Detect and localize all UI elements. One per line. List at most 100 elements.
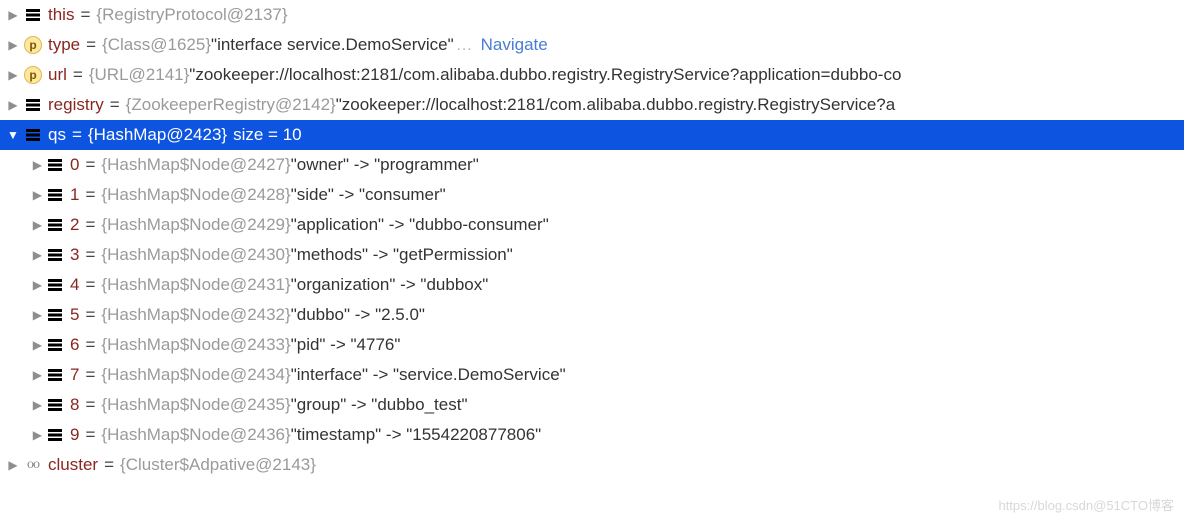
debugger-variables-tree[interactable]: ▶this={RegistryProtocol@2137}▶ptype={Cla…	[0, 0, 1184, 480]
field-icon	[46, 246, 64, 264]
equals-sign: =	[79, 425, 101, 445]
chevron-right-icon[interactable]: ▶	[6, 458, 20, 472]
field-icon	[46, 366, 64, 384]
chevron-right-icon[interactable]: ▶	[28, 278, 42, 292]
variable-value: "owner" -> "programmer"	[291, 155, 479, 175]
ellipsis: …	[454, 35, 475, 55]
variable-value: "methods" -> "getPermission"	[291, 245, 513, 265]
field-icon	[24, 6, 42, 24]
equals-sign: =	[79, 155, 101, 175]
variable-row[interactable]: ▶7={HashMap$Node@2434} "interface" -> "s…	[0, 360, 1184, 390]
variable-name: 6	[70, 335, 79, 355]
variable-name: 3	[70, 245, 79, 265]
variable-row[interactable]: ▶ 5={HashMap$Node@2432} "dubbo" -> "2.5.0…	[0, 300, 1184, 330]
variable-type: {HashMap$Node@2436}	[101, 425, 290, 445]
navigate-link[interactable]: Navigate	[475, 35, 548, 55]
variable-name: qs	[48, 125, 66, 145]
equals-sign: =	[74, 5, 96, 25]
variable-row[interactable]: ▼ qs={HashMap@2423} size = 10	[0, 120, 1184, 150]
chevron-right-icon[interactable]: ▶	[28, 158, 42, 172]
chevron-right-icon[interactable]: ▶	[6, 38, 20, 52]
variable-row[interactable]: ▶ this={RegistryProtocol@2137}	[0, 0, 1184, 30]
variable-value: "interface service.DemoService"	[211, 35, 454, 55]
variable-name: 2	[70, 215, 79, 235]
variable-row[interactable]: ▶3={HashMap$Node@2430} "methods" -> "get…	[0, 240, 1184, 270]
chevron-right-icon[interactable]: ▶	[28, 338, 42, 352]
variable-name: 9	[70, 425, 79, 445]
variable-type: {HashMap$Node@2432}	[101, 305, 290, 325]
variable-value: "zookeeper://localhost:2181/com.alibaba.…	[189, 65, 901, 85]
watermark-text: https://blog.csdn@51CTO博客	[998, 495, 1174, 514]
variable-type: {HashMap$Node@2429}	[101, 215, 290, 235]
variable-row[interactable]: ▶ 6={HashMap$Node@2433} "pid" -> "4776"	[0, 330, 1184, 360]
chevron-right-icon[interactable]: ▶	[6, 98, 20, 112]
chevron-right-icon[interactable]: ▶	[28, 248, 42, 262]
variable-type: {HashMap$Node@2428}	[101, 185, 290, 205]
variable-extra: size = 10	[227, 125, 302, 145]
chevron-right-icon[interactable]: ▶	[28, 398, 42, 412]
chevron-right-icon[interactable]: ▶	[28, 428, 42, 442]
equals-sign: =	[79, 305, 101, 325]
variable-type: {HashMap$Node@2435}	[101, 395, 290, 415]
equals-sign: =	[79, 335, 101, 355]
field-icon	[24, 96, 42, 114]
equals-sign: =	[104, 95, 126, 115]
field-icon	[46, 186, 64, 204]
variable-name: type	[48, 35, 80, 55]
variable-type: {HashMap$Node@2427}	[101, 155, 290, 175]
equals-sign: =	[79, 215, 101, 235]
variable-name: url	[48, 65, 67, 85]
variable-row[interactable]: ▶oocluster={Cluster$Adpative@2143}	[0, 450, 1184, 480]
variable-name: registry	[48, 95, 104, 115]
equals-sign: =	[66, 125, 88, 145]
variable-name: 1	[70, 185, 79, 205]
equals-sign: =	[67, 65, 89, 85]
field-icon	[46, 276, 64, 294]
variable-type: {HashMap@2423}	[88, 125, 227, 145]
equals-sign: =	[79, 275, 101, 295]
variable-row[interactable]: ▶ptype={Class@1625} "interface service.D…	[0, 30, 1184, 60]
chevron-right-icon[interactable]: ▶	[28, 188, 42, 202]
variable-row[interactable]: ▶4={HashMap$Node@2431} "organization" ->…	[0, 270, 1184, 300]
equals-sign: =	[79, 365, 101, 385]
variable-type: {Cluster$Adpative@2143}	[120, 455, 316, 475]
field-icon	[46, 306, 64, 324]
variable-type: {RegistryProtocol@2137}	[96, 5, 287, 25]
equals-sign: =	[79, 185, 101, 205]
variable-value: "zookeeper://localhost:2181/com.alibaba.…	[336, 95, 895, 115]
variable-row[interactable]: ▶0={HashMap$Node@2427} "owner" -> "progr…	[0, 150, 1184, 180]
chevron-down-icon[interactable]: ▼	[6, 128, 20, 142]
variable-type: {ZookeeperRegistry@2142}	[126, 95, 336, 115]
variable-value: "side" -> "consumer"	[291, 185, 446, 205]
variable-row[interactable]: ▶ registry={ZookeeperRegistry@2142} "zook…	[0, 90, 1184, 120]
variable-row[interactable]: ▶2={HashMap$Node@2429} "application" -> …	[0, 210, 1184, 240]
variable-type: {URL@2141}	[89, 65, 189, 85]
equals-sign: =	[98, 455, 120, 475]
variable-value: "dubbo" -> "2.5.0"	[291, 305, 425, 325]
variable-row[interactable]: ▶8={HashMap$Node@2435} "group" -> "dubbo…	[0, 390, 1184, 420]
variable-value: "group" -> "dubbo_test"	[291, 395, 468, 415]
variable-name: 5	[70, 305, 79, 325]
field-icon	[24, 126, 42, 144]
chevron-right-icon[interactable]: ▶	[28, 368, 42, 382]
variable-type: {HashMap$Node@2430}	[101, 245, 290, 265]
variable-value: "pid" -> "4776"	[291, 335, 401, 355]
variable-name: this	[48, 5, 74, 25]
chevron-right-icon[interactable]: ▶	[6, 8, 20, 22]
chevron-right-icon[interactable]: ▶	[28, 308, 42, 322]
field-icon	[46, 396, 64, 414]
variable-row[interactable]: ▶ 9={HashMap$Node@2436} "timestamp" -> "1…	[0, 420, 1184, 450]
variable-name: 8	[70, 395, 79, 415]
variable-value: "interface" -> "service.DemoService"	[291, 365, 566, 385]
chevron-right-icon[interactable]: ▶	[6, 68, 20, 82]
variable-row[interactable]: ▶ purl={URL@2141} "zookeeper://localhost:…	[0, 60, 1184, 90]
variable-type: {HashMap$Node@2433}	[101, 335, 290, 355]
variable-value: "timestamp" -> "1554220877806"	[291, 425, 542, 445]
field-icon	[46, 426, 64, 444]
object-icon: oo	[24, 456, 42, 474]
chevron-right-icon[interactable]: ▶	[28, 218, 42, 232]
parameter-icon: p	[24, 66, 42, 84]
variable-row[interactable]: ▶ 1={HashMap$Node@2428} "side" -> "consum…	[0, 180, 1184, 210]
variable-name: 4	[70, 275, 79, 295]
field-icon	[46, 216, 64, 234]
